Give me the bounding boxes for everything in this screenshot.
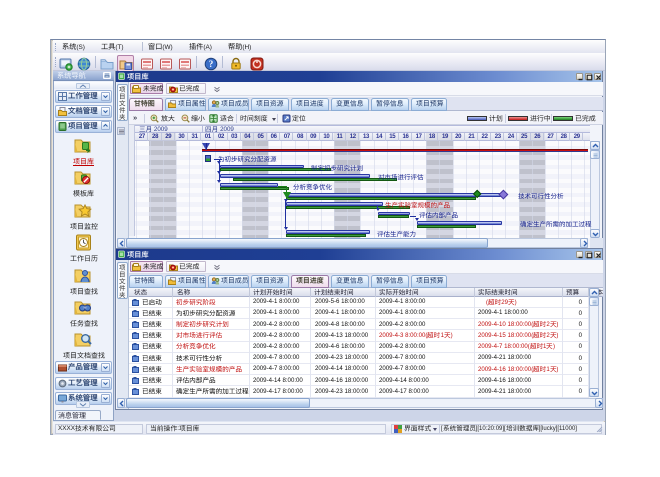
svg-text:?: ? bbox=[209, 59, 214, 69]
